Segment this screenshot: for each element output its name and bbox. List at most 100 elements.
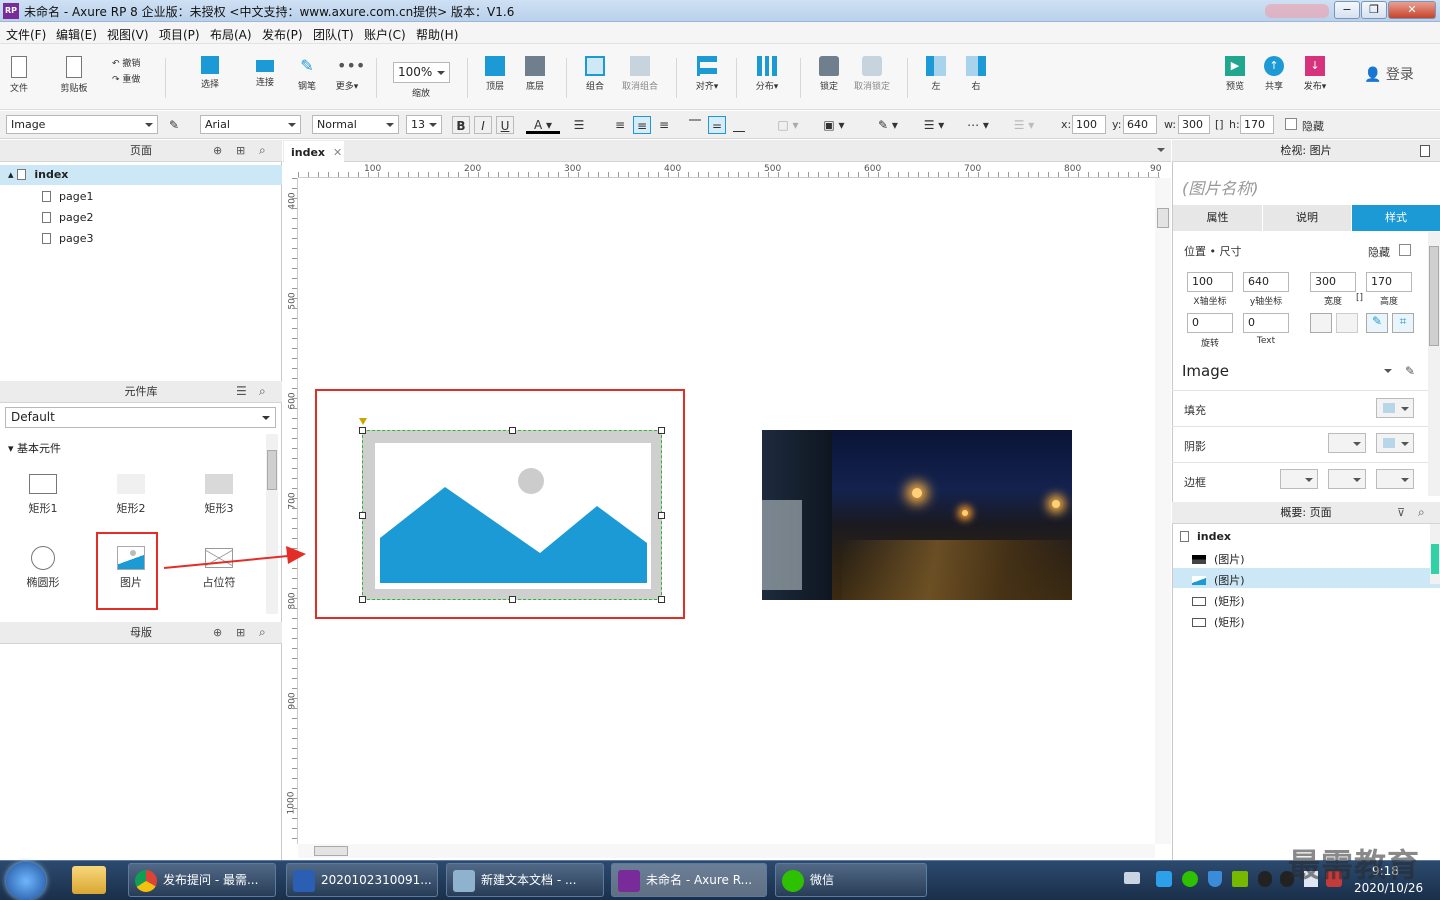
more-tool[interactable]: ••• 更多▾ xyxy=(330,56,366,92)
bring-to-front-button[interactable]: 顶层 xyxy=(480,56,510,92)
page-item-1[interactable]: page1 xyxy=(42,190,93,203)
clipboard-tool[interactable]: 剪贴板 xyxy=(56,56,92,94)
outline-item-photo[interactable]: (图片) xyxy=(1192,551,1245,567)
border-color-picker[interactable] xyxy=(1328,469,1366,489)
valign-top-icon[interactable]: ⎺ xyxy=(686,116,704,134)
library-group-basic[interactable]: ▾ 基本元件 xyxy=(8,440,61,456)
y-input[interactable]: 640 xyxy=(1123,115,1157,134)
font-family-select[interactable]: Arial xyxy=(200,115,301,134)
tray-nvidia-icon[interactable] xyxy=(1232,871,1248,887)
outline-scrollbar[interactable] xyxy=(1430,524,1440,584)
aspect-lock-icon[interactable]: [] xyxy=(1215,118,1224,131)
bullet-list-icon[interactable]: ☰ xyxy=(570,116,588,134)
taskbar-item-axure[interactable]: 未命名 - Axure R... xyxy=(611,863,767,897)
search-master-icon[interactable]: ⌕ xyxy=(259,625,266,640)
shadow-icon[interactable]: ▣ ▾ xyxy=(816,116,852,134)
align-center-icon[interactable]: ≡ xyxy=(633,116,651,134)
tray-video-icon[interactable] xyxy=(1156,871,1172,887)
inspector-x-input[interactable]: 100 xyxy=(1187,272,1233,292)
canvas-hscrollbar[interactable] xyxy=(298,844,1155,858)
align-right-icon[interactable]: ≡ xyxy=(655,116,673,134)
w-input[interactable]: 300 xyxy=(1178,115,1210,134)
hidden-checkbox[interactable] xyxy=(1285,118,1297,130)
widget-rect3[interactable]: 矩形3 xyxy=(189,474,249,516)
file-explorer-taskbar-icon[interactable] xyxy=(72,866,106,894)
slice-tool-icon[interactable]: ✎ xyxy=(1366,313,1388,333)
font-size-select[interactable]: 13 xyxy=(406,115,442,134)
close-tab-icon[interactable]: ✕ xyxy=(333,146,342,159)
inspector-h-input[interactable]: 170 xyxy=(1366,272,1412,292)
taskbar-item-word[interactable]: 2020102310091... xyxy=(286,863,438,897)
fill-color-picker[interactable] xyxy=(1376,398,1414,418)
outline-root[interactable]: index xyxy=(1180,530,1231,543)
widget-rect1[interactable]: 矩形1 xyxy=(13,474,73,516)
resize-handle-ne[interactable] xyxy=(658,427,665,434)
canvas-tab-index[interactable]: index ✕ xyxy=(284,141,344,163)
page-item-2[interactable]: page2 xyxy=(42,211,93,224)
ungroup-button[interactable]: 取消组合 xyxy=(618,56,662,92)
unlock-button[interactable]: 取消锁定 xyxy=(850,56,894,92)
line-color-icon[interactable]: ✎ ▾ xyxy=(870,116,906,134)
align-button[interactable]: 对齐▾ xyxy=(690,56,724,92)
add-folder-icon[interactable]: ⊞ xyxy=(236,144,245,157)
lock-button[interactable]: 锁定 xyxy=(814,56,844,92)
resize-handle-sw[interactable] xyxy=(359,596,366,603)
inspector-hidden-checkbox[interactable] xyxy=(1399,244,1411,256)
inspector-note-icon[interactable] xyxy=(1420,145,1430,157)
right-panel-toggle[interactable]: 右 xyxy=(964,56,988,92)
font-weight-select[interactable]: Normal xyxy=(312,115,399,134)
border-style-picker[interactable] xyxy=(1376,469,1414,489)
canvas-vscrollbar[interactable] xyxy=(1155,178,1171,844)
search-outline-icon[interactable]: ⌕ xyxy=(1418,505,1425,520)
night-street-photo[interactable] xyxy=(762,430,1072,600)
send-to-back-button[interactable]: 底层 xyxy=(520,56,550,92)
aspect-ratio-lock-icon[interactable]: [] xyxy=(1356,293,1363,303)
border-width-picker[interactable] xyxy=(1280,469,1318,489)
library-menu-icon[interactable]: ☰ xyxy=(236,384,247,398)
tray-wechat-icon[interactable] xyxy=(1182,871,1198,887)
menu-layout[interactable]: 布局(A) xyxy=(210,26,252,43)
filter-icon[interactable]: ⊽ xyxy=(1397,506,1405,519)
close-button[interactable]: ✕ xyxy=(1388,1,1436,19)
undo-button[interactable]: ↶ 撤销 xyxy=(112,56,140,69)
taskbar-item-chrome[interactable]: 发布提问 - 最需... xyxy=(128,863,276,897)
menu-account[interactable]: 账户(C) xyxy=(364,26,406,43)
widget-image[interactable]: 图片 xyxy=(101,546,161,590)
outer-shadow-picker[interactable] xyxy=(1328,433,1366,453)
library-select[interactable]: Default xyxy=(5,407,276,428)
add-master-icon[interactable]: ⊕ xyxy=(213,626,222,639)
inspector-y-input[interactable]: 640 xyxy=(1243,272,1289,292)
widget-rect2[interactable]: 矩形2 xyxy=(101,474,161,516)
inspector-w-input[interactable]: 300 xyxy=(1310,272,1356,292)
menu-team[interactable]: 团队(T) xyxy=(313,26,354,43)
italic-button[interactable]: I xyxy=(474,116,492,134)
connect-tool[interactable]: 连接 xyxy=(250,56,280,88)
outline-item-rect-1[interactable]: (矩形) xyxy=(1192,593,1245,609)
widget-name-input[interactable]: (图片名称) xyxy=(1182,175,1259,199)
arrow-style-icon[interactable]: ☰ ▾ xyxy=(1004,116,1044,134)
resize-handle-s[interactable] xyxy=(509,596,516,603)
tab-properties[interactable]: 属性 xyxy=(1173,205,1262,231)
publish-button[interactable]: ↓ 发布▾ xyxy=(1298,56,1332,92)
menu-edit[interactable]: 编辑(E) xyxy=(56,26,97,43)
x-input[interactable]: 100 xyxy=(1072,115,1106,134)
page-index[interactable]: ▴ index xyxy=(8,168,68,181)
minimize-button[interactable]: − xyxy=(1334,1,1360,19)
valign-bottom-icon[interactable]: ⎽ xyxy=(730,116,748,134)
valign-middle-icon[interactable]: = xyxy=(708,116,726,134)
search-pages-icon[interactable]: ⌕ xyxy=(259,143,266,158)
edit-style-icon[interactable]: ✎ xyxy=(1405,364,1415,378)
taskbar-item-wechat[interactable]: 微信 xyxy=(775,863,927,897)
left-panel-toggle[interactable]: 左 xyxy=(924,56,948,92)
keyboard-icon[interactable] xyxy=(1124,872,1140,884)
resize-handle-w[interactable] xyxy=(359,512,366,519)
inner-shadow-picker[interactable] xyxy=(1376,433,1414,453)
add-page-icon[interactable]: ⊕ xyxy=(213,144,222,157)
zoom-select[interactable]: 100% xyxy=(393,62,450,83)
pen-tool[interactable]: ✎ 钢笔 xyxy=(292,56,322,92)
tray-shield-icon[interactable] xyxy=(1208,871,1222,887)
select-tool[interactable]: 选择 xyxy=(182,56,238,90)
line-width-icon[interactable]: ☰ ▾ xyxy=(916,116,952,134)
image-widget-placeholder[interactable] xyxy=(362,430,662,600)
search-library-icon[interactable]: ⌕ xyxy=(259,384,266,399)
